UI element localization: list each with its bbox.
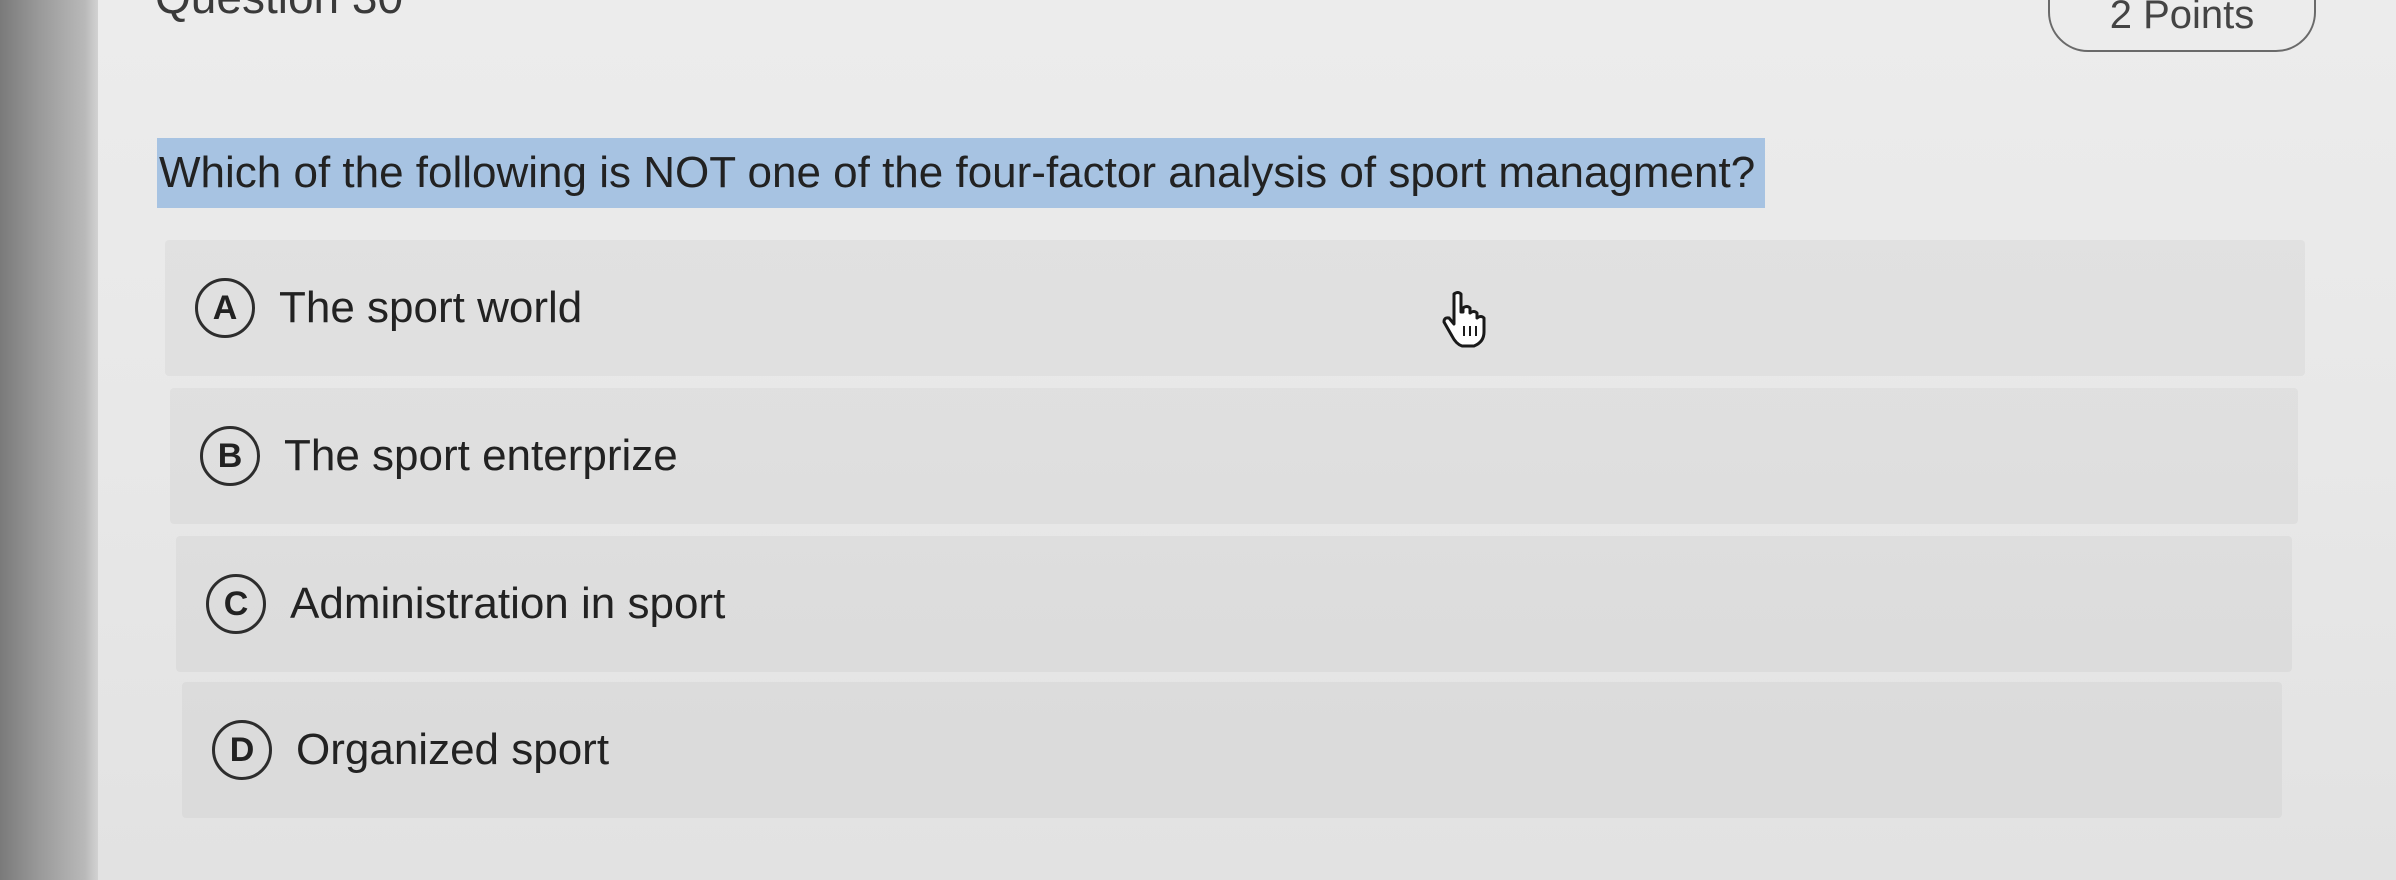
hand-pointer-icon: [1442, 291, 1486, 348]
option-text-c: Administration in sport: [290, 579, 726, 628]
option-letter-a: A: [195, 278, 255, 338]
option-d[interactable]: D Organized sport: [182, 682, 2282, 818]
option-b[interactable]: B The sport enterprize: [170, 388, 2298, 524]
option-a[interactable]: A The sport world: [165, 240, 2305, 376]
points-badge: 2 Points: [2048, 0, 2316, 52]
option-letter-d: D: [212, 720, 272, 780]
option-text-d: Organized sport: [296, 725, 610, 774]
option-text-a: The sport world: [279, 283, 583, 332]
option-c[interactable]: C Administration in sport: [176, 536, 2292, 672]
question-number: Question 30: [155, 0, 403, 24]
option-letter-b: B: [200, 426, 260, 486]
question-text: Which of the following is NOT one of the…: [157, 138, 1766, 208]
option-letter-c: C: [206, 574, 266, 634]
option-text-b: The sport enterprize: [284, 431, 678, 480]
monitor-bezel: [0, 0, 100, 880]
